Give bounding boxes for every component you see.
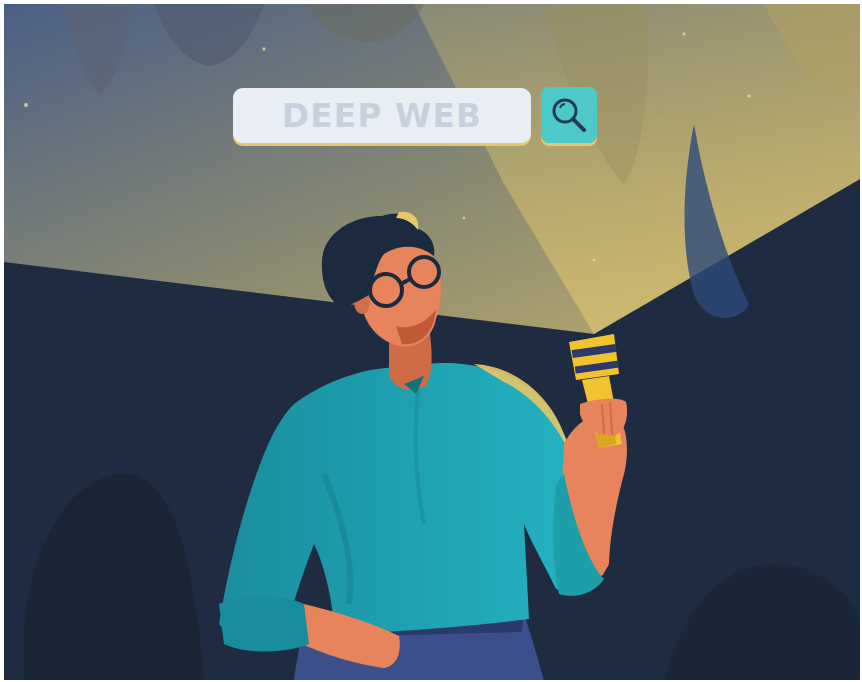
illustration-frame: DEEP WEB (4, 4, 860, 680)
magnifier-icon (552, 98, 586, 132)
search-input[interactable]: DEEP WEB (233, 88, 531, 143)
search-button[interactable] (541, 87, 597, 143)
search-query-text: DEEP WEB (281, 96, 483, 135)
